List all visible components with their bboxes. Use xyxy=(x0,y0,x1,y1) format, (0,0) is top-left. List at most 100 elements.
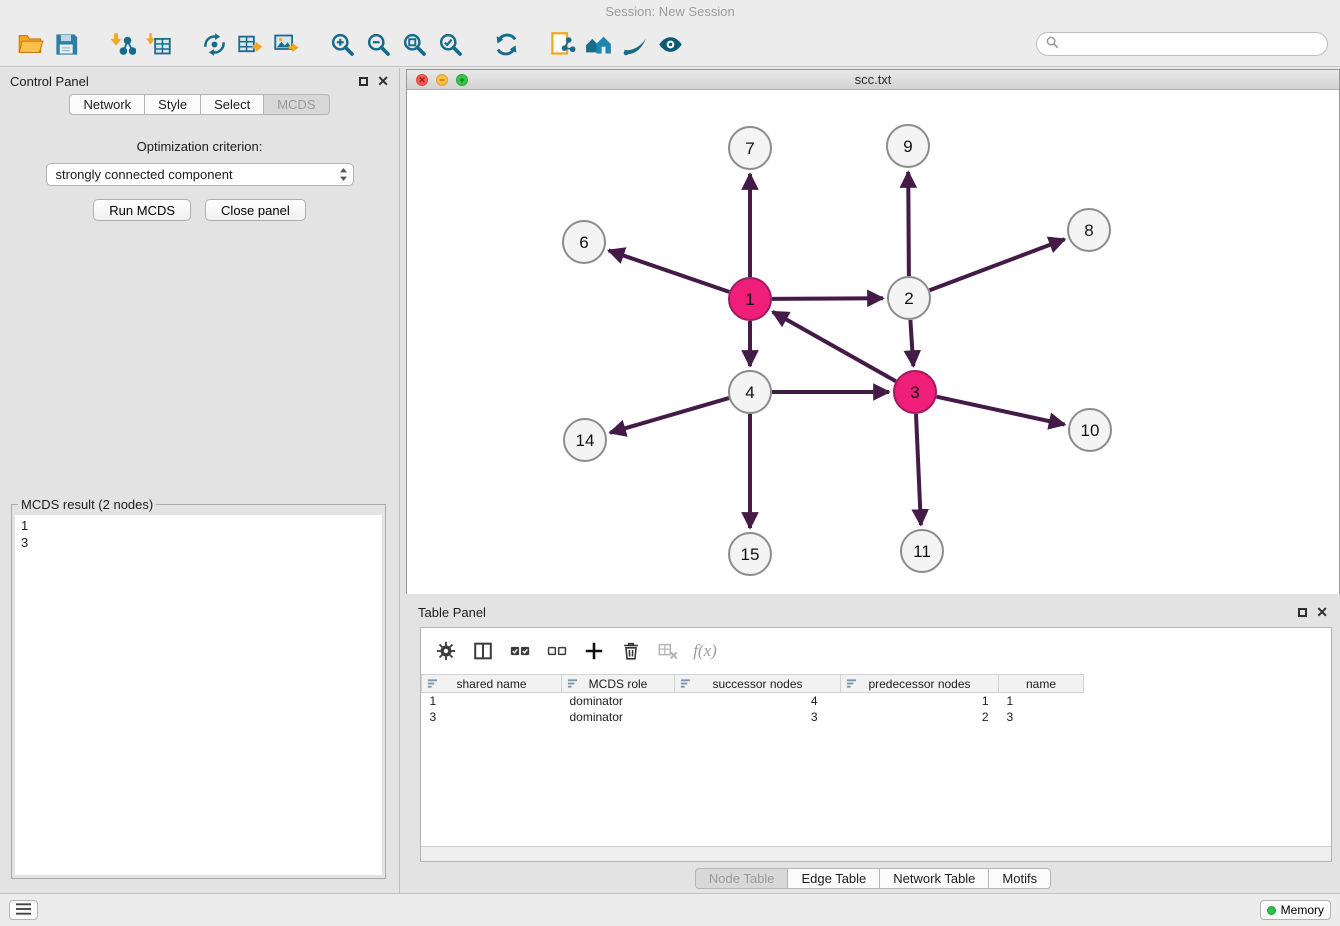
network-canvas-svg: 7 9 6 8 1 2 4 3 14 10 15 11 xyxy=(407,90,1339,594)
import-table-button[interactable] xyxy=(140,26,176,62)
graph-node-4[interactable]: 4 xyxy=(729,371,771,413)
add-row-button[interactable] xyxy=(579,636,609,666)
tab-style[interactable]: Style xyxy=(145,94,201,115)
graph-edge-2-8[interactable] xyxy=(930,239,1065,290)
graph-edge-1-2[interactable] xyxy=(772,298,883,299)
panel-list-button[interactable] xyxy=(9,900,38,920)
clone-network-icon xyxy=(549,31,576,58)
save-session-button[interactable] xyxy=(48,26,84,62)
network-view-window: ✕ − + scc.txt 7968124314101511 xyxy=(406,69,1340,594)
graph-node-6[interactable]: 6 xyxy=(563,221,605,263)
search-box[interactable] xyxy=(1036,32,1328,56)
apply-function-button[interactable]: f(x) xyxy=(690,636,720,666)
window-titlebar: Session: New Session xyxy=(0,0,1340,22)
select-all-button[interactable] xyxy=(505,636,535,666)
close-control-panel-icon[interactable]: ✕ xyxy=(377,74,389,88)
node-table-body: 1dominator4113dominator323 xyxy=(422,693,1332,725)
zoom-selected-icon xyxy=(437,31,464,58)
graph-node-8[interactable]: 8 xyxy=(1068,209,1110,251)
svg-text:11: 11 xyxy=(913,542,931,561)
table-row[interactable]: 1dominator411 xyxy=(422,693,1332,709)
mcds-result-text[interactable]: 1 3 xyxy=(15,515,382,875)
memory-button[interactable]: Memory xyxy=(1260,900,1331,920)
svg-text:2: 2 xyxy=(904,289,913,308)
graph-node-9[interactable]: 9 xyxy=(887,125,929,167)
graph-node-15[interactable]: 15 xyxy=(729,533,771,575)
main-area: Control Panel ✕ NetworkStyleSelectMCDS O… xyxy=(0,68,1340,893)
graph-node-3[interactable]: 3 xyxy=(894,371,936,413)
table-settings-button[interactable] xyxy=(431,636,461,666)
column-header-name[interactable]: name xyxy=(999,675,1084,693)
network-canvas[interactable]: 7 9 6 8 1 2 4 3 14 10 15 11 xyxy=(407,90,1339,594)
zoom-window-icon[interactable]: + xyxy=(456,74,468,86)
search-input[interactable] xyxy=(1065,37,1318,52)
graph-edge-1-6[interactable] xyxy=(609,250,730,292)
run-mcds-button[interactable]: Run MCDS xyxy=(93,199,191,221)
delete-table-button[interactable] xyxy=(653,636,683,666)
zoom-out-button[interactable] xyxy=(360,26,396,62)
graph-edge-2-9[interactable] xyxy=(908,172,909,276)
column-header-predecessor-nodes[interactable]: predecessor nodes xyxy=(841,675,999,693)
save-icon xyxy=(53,31,80,58)
show-details-button[interactable] xyxy=(652,26,688,62)
export-network-button[interactable] xyxy=(196,26,232,62)
graph-node-7[interactable]: 7 xyxy=(729,127,771,169)
close-panel-button[interactable]: Close panel xyxy=(205,199,306,221)
float-table-panel-icon[interactable] xyxy=(1298,608,1307,617)
table-row[interactable]: 3dominator323 xyxy=(422,709,1332,725)
refresh-view-button[interactable] xyxy=(488,26,524,62)
import-network-button[interactable] xyxy=(104,26,140,62)
delete-row-button[interactable] xyxy=(616,636,646,666)
graph-node-11[interactable]: 11 xyxy=(901,530,943,572)
close-table-panel-icon[interactable]: ✕ xyxy=(1316,605,1328,619)
apply-style-button[interactable] xyxy=(616,26,652,62)
table-panel-header: Table Panel ✕ xyxy=(406,599,1340,625)
import-network-icon xyxy=(109,31,136,58)
float-control-panel-icon[interactable] xyxy=(359,77,368,86)
clone-network-button[interactable] xyxy=(544,26,580,62)
apply-layout-button[interactable] xyxy=(580,26,616,62)
unchecked-boxes-icon xyxy=(546,640,568,662)
tab-network[interactable]: Network xyxy=(69,94,145,115)
export-image-button[interactable] xyxy=(268,26,304,62)
graph-edge-2-3[interactable] xyxy=(910,320,913,366)
graph-node-14[interactable]: 14 xyxy=(564,419,606,461)
optimization-criterion-select[interactable]: strongly connected component xyxy=(46,163,354,186)
table-panel: Table Panel ✕ f(x) shar xyxy=(406,599,1340,892)
network-arrows-icon xyxy=(201,31,228,58)
table-tab-network-table[interactable]: Network Table xyxy=(880,868,989,889)
unselect-all-button[interactable] xyxy=(542,636,572,666)
brush-icon xyxy=(621,31,648,58)
column-header-successor-nodes[interactable]: successor nodes xyxy=(675,675,841,693)
graph-edge-3-10[interactable] xyxy=(937,397,1065,425)
column-header-mcds-role[interactable]: MCDS role xyxy=(562,675,675,693)
table-tab-motifs[interactable]: Motifs xyxy=(989,868,1051,889)
tab-select[interactable]: Select xyxy=(201,94,264,115)
column-header-shared-name[interactable]: shared name xyxy=(422,675,562,693)
tab-mcds[interactable]: MCDS xyxy=(264,94,329,115)
graph-node-2[interactable]: 2 xyxy=(888,277,930,319)
graph-edge-4-14[interactable] xyxy=(610,398,729,433)
list-icon xyxy=(16,903,31,918)
table-tab-edge-table[interactable]: Edge Table xyxy=(788,868,880,889)
zoom-in-button[interactable] xyxy=(324,26,360,62)
table-tab-node-table[interactable]: Node Table xyxy=(695,868,789,889)
export-table-button[interactable] xyxy=(232,26,268,62)
node-table-container: f(x) shared nameMCDS rolesuccessor nodes… xyxy=(420,627,1332,862)
minimize-window-icon[interactable]: − xyxy=(436,74,448,86)
export-image-icon xyxy=(273,31,300,58)
svg-text:15: 15 xyxy=(741,545,760,564)
right-pane: ✕ − + scc.txt 7968124314101511 Table Pan… xyxy=(406,69,1340,893)
graph-node-1[interactable]: 1 xyxy=(729,278,771,320)
graph-node-10[interactable]: 10 xyxy=(1069,409,1111,451)
open-session-button[interactable] xyxy=(12,26,48,62)
zoom-out-icon xyxy=(365,31,392,58)
horizontal-scrollbar[interactable] xyxy=(421,846,1331,861)
graph-edge-3-1[interactable] xyxy=(773,312,896,381)
zoom-selected-button[interactable] xyxy=(432,26,468,62)
zoom-fit-button[interactable] xyxy=(396,26,432,62)
show-columns-button[interactable] xyxy=(468,636,498,666)
graph-edge-3-11[interactable] xyxy=(916,414,921,525)
close-window-icon[interactable]: ✕ xyxy=(416,74,428,86)
zoom-in-icon xyxy=(329,31,356,58)
